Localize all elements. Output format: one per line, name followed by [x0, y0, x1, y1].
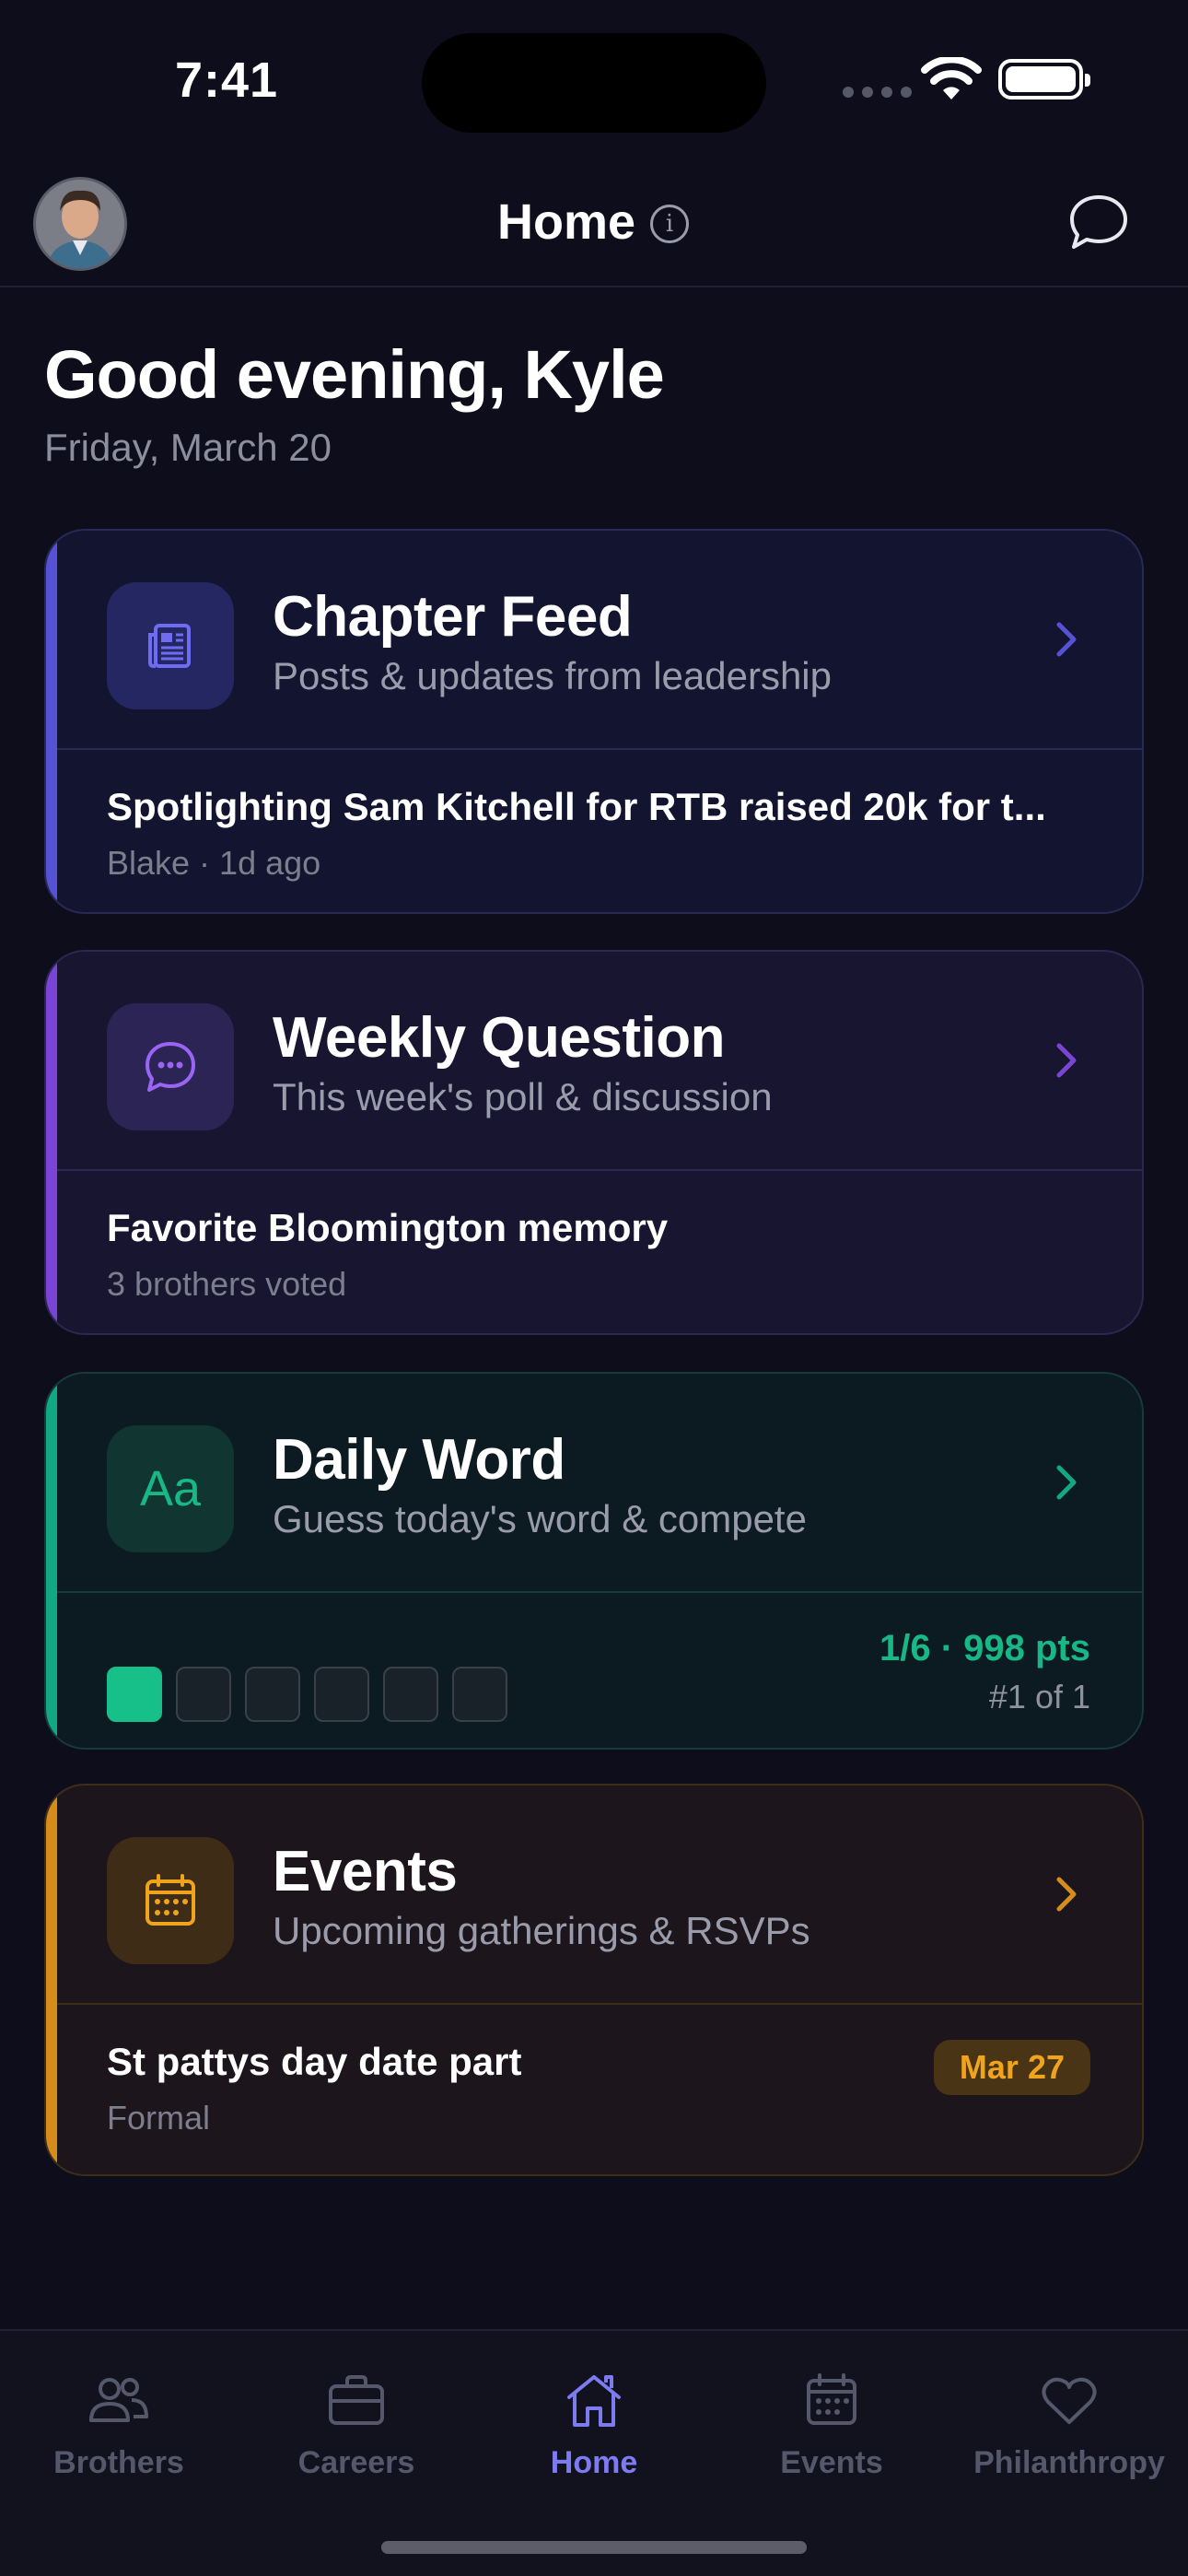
- info-icon[interactable]: i: [650, 205, 689, 243]
- latest-post-title: Spotlighting Sam Kitchell for RTB raised…: [107, 785, 1046, 828]
- chevron-right-icon: [1056, 1465, 1077, 1500]
- home-indicator[interactable]: [381, 2541, 807, 2554]
- home-icon: [567, 2375, 621, 2427]
- briefcase-icon: [329, 2375, 384, 2425]
- event-title: St pattys day date part: [107, 2040, 522, 2083]
- card-subtitle: Posts & updates from leadership: [273, 654, 832, 697]
- guess-tile: [107, 1667, 162, 1722]
- card-divider: [57, 1169, 1142, 1171]
- event-date-badge: Mar 27: [933, 2040, 1090, 2095]
- status-time: 7:41: [175, 53, 279, 108]
- tab-label: Careers: [297, 2445, 415, 2480]
- greeting-date: Friday, March 20: [44, 426, 332, 469]
- card-title: Daily Word: [273, 1428, 565, 1492]
- tab-label: Philanthropy: [973, 2445, 1165, 2480]
- guess-tile: [314, 1667, 369, 1722]
- chevron-right-icon: [1056, 622, 1077, 657]
- heart-icon: [1042, 2377, 1097, 2424]
- tab-label: Home: [550, 2445, 638, 2480]
- battery-icon: [998, 59, 1090, 100]
- wifi-icon: [921, 57, 982, 100]
- card-subtitle: This week's poll & discussion: [273, 1075, 773, 1118]
- text-aa-icon: Aa: [107, 1425, 234, 1552]
- question-title: Favorite Bloomington memory: [107, 1206, 669, 1249]
- daily-word-card[interactable]: Aa Daily Word Guess today's word & compe…: [44, 1372, 1144, 1750]
- tab-home[interactable]: Home: [475, 2368, 713, 2481]
- chevron-right-icon: [1056, 1877, 1077, 1912]
- card-divider: [57, 2003, 1142, 2005]
- daily-word-rank: #1 of 1: [988, 1678, 1090, 1715]
- tab-label: Brothers: [53, 2445, 184, 2480]
- calendar-icon: [107, 1837, 234, 1964]
- event-type: Formal: [107, 2099, 211, 2137]
- guess-tile: [383, 1667, 438, 1722]
- text-aa-glyph: Aa: [139, 1461, 202, 1516]
- calendar-icon: [807, 2373, 856, 2425]
- home-screen: 7:41 Home i Good evening, Kyle Friday, M…: [0, 0, 1188, 2576]
- daily-word-score: 1/6 · 998 pts: [879, 1628, 1090, 1669]
- guess-tile: [245, 1667, 300, 1722]
- card-divider: [57, 748, 1142, 750]
- card-title: Events: [273, 1840, 458, 1903]
- bottom-tab-bar: Brothers Careers Home Events Philanthrop…: [0, 2329, 1188, 2576]
- cellular-signal-icon: [843, 87, 912, 98]
- status-bar: 7:41: [0, 0, 1188, 157]
- tab-philanthropy[interactable]: Philanthropy: [950, 2368, 1188, 2481]
- people-icon: [89, 2378, 148, 2422]
- top-nav: Home i: [0, 157, 1188, 287]
- tab-label: Events: [780, 2445, 883, 2480]
- card-subtitle: Upcoming gatherings & RSVPs: [273, 1909, 810, 1952]
- card-title: Chapter Feed: [273, 585, 633, 649]
- chevron-right-icon: [1056, 1043, 1077, 1078]
- guess-tile: [452, 1667, 507, 1722]
- card-divider: [57, 1591, 1142, 1593]
- dynamic-island: [422, 33, 766, 133]
- newspaper-icon: [107, 582, 234, 709]
- guess-tile: [176, 1667, 231, 1722]
- page-title: Home: [496, 194, 636, 250]
- guess-progress-tiles: [107, 1667, 507, 1722]
- chat-dots-icon: [107, 1003, 234, 1130]
- vote-count: 3 brothers voted: [107, 1265, 347, 1303]
- latest-post-meta: Blake · 1d ago: [107, 844, 321, 882]
- tab-events[interactable]: Events: [713, 2368, 950, 2481]
- chat-bubble-icon[interactable]: [1068, 193, 1129, 251]
- weekly-question-card[interactable]: Weekly Question This week's poll & discu…: [44, 950, 1144, 1335]
- events-card[interactable]: Events Upcoming gatherings & RSVPs St pa…: [44, 1784, 1144, 2176]
- tab-careers[interactable]: Careers: [238, 2368, 475, 2481]
- chapter-feed-card[interactable]: Chapter Feed Posts & updates from leader…: [44, 529, 1144, 914]
- card-title: Weekly Question: [273, 1006, 725, 1070]
- card-subtitle: Guess today's word & compete: [273, 1497, 807, 1540]
- greeting-title: Good evening, Kyle: [44, 336, 665, 413]
- tab-brothers[interactable]: Brothers: [0, 2368, 238, 2481]
